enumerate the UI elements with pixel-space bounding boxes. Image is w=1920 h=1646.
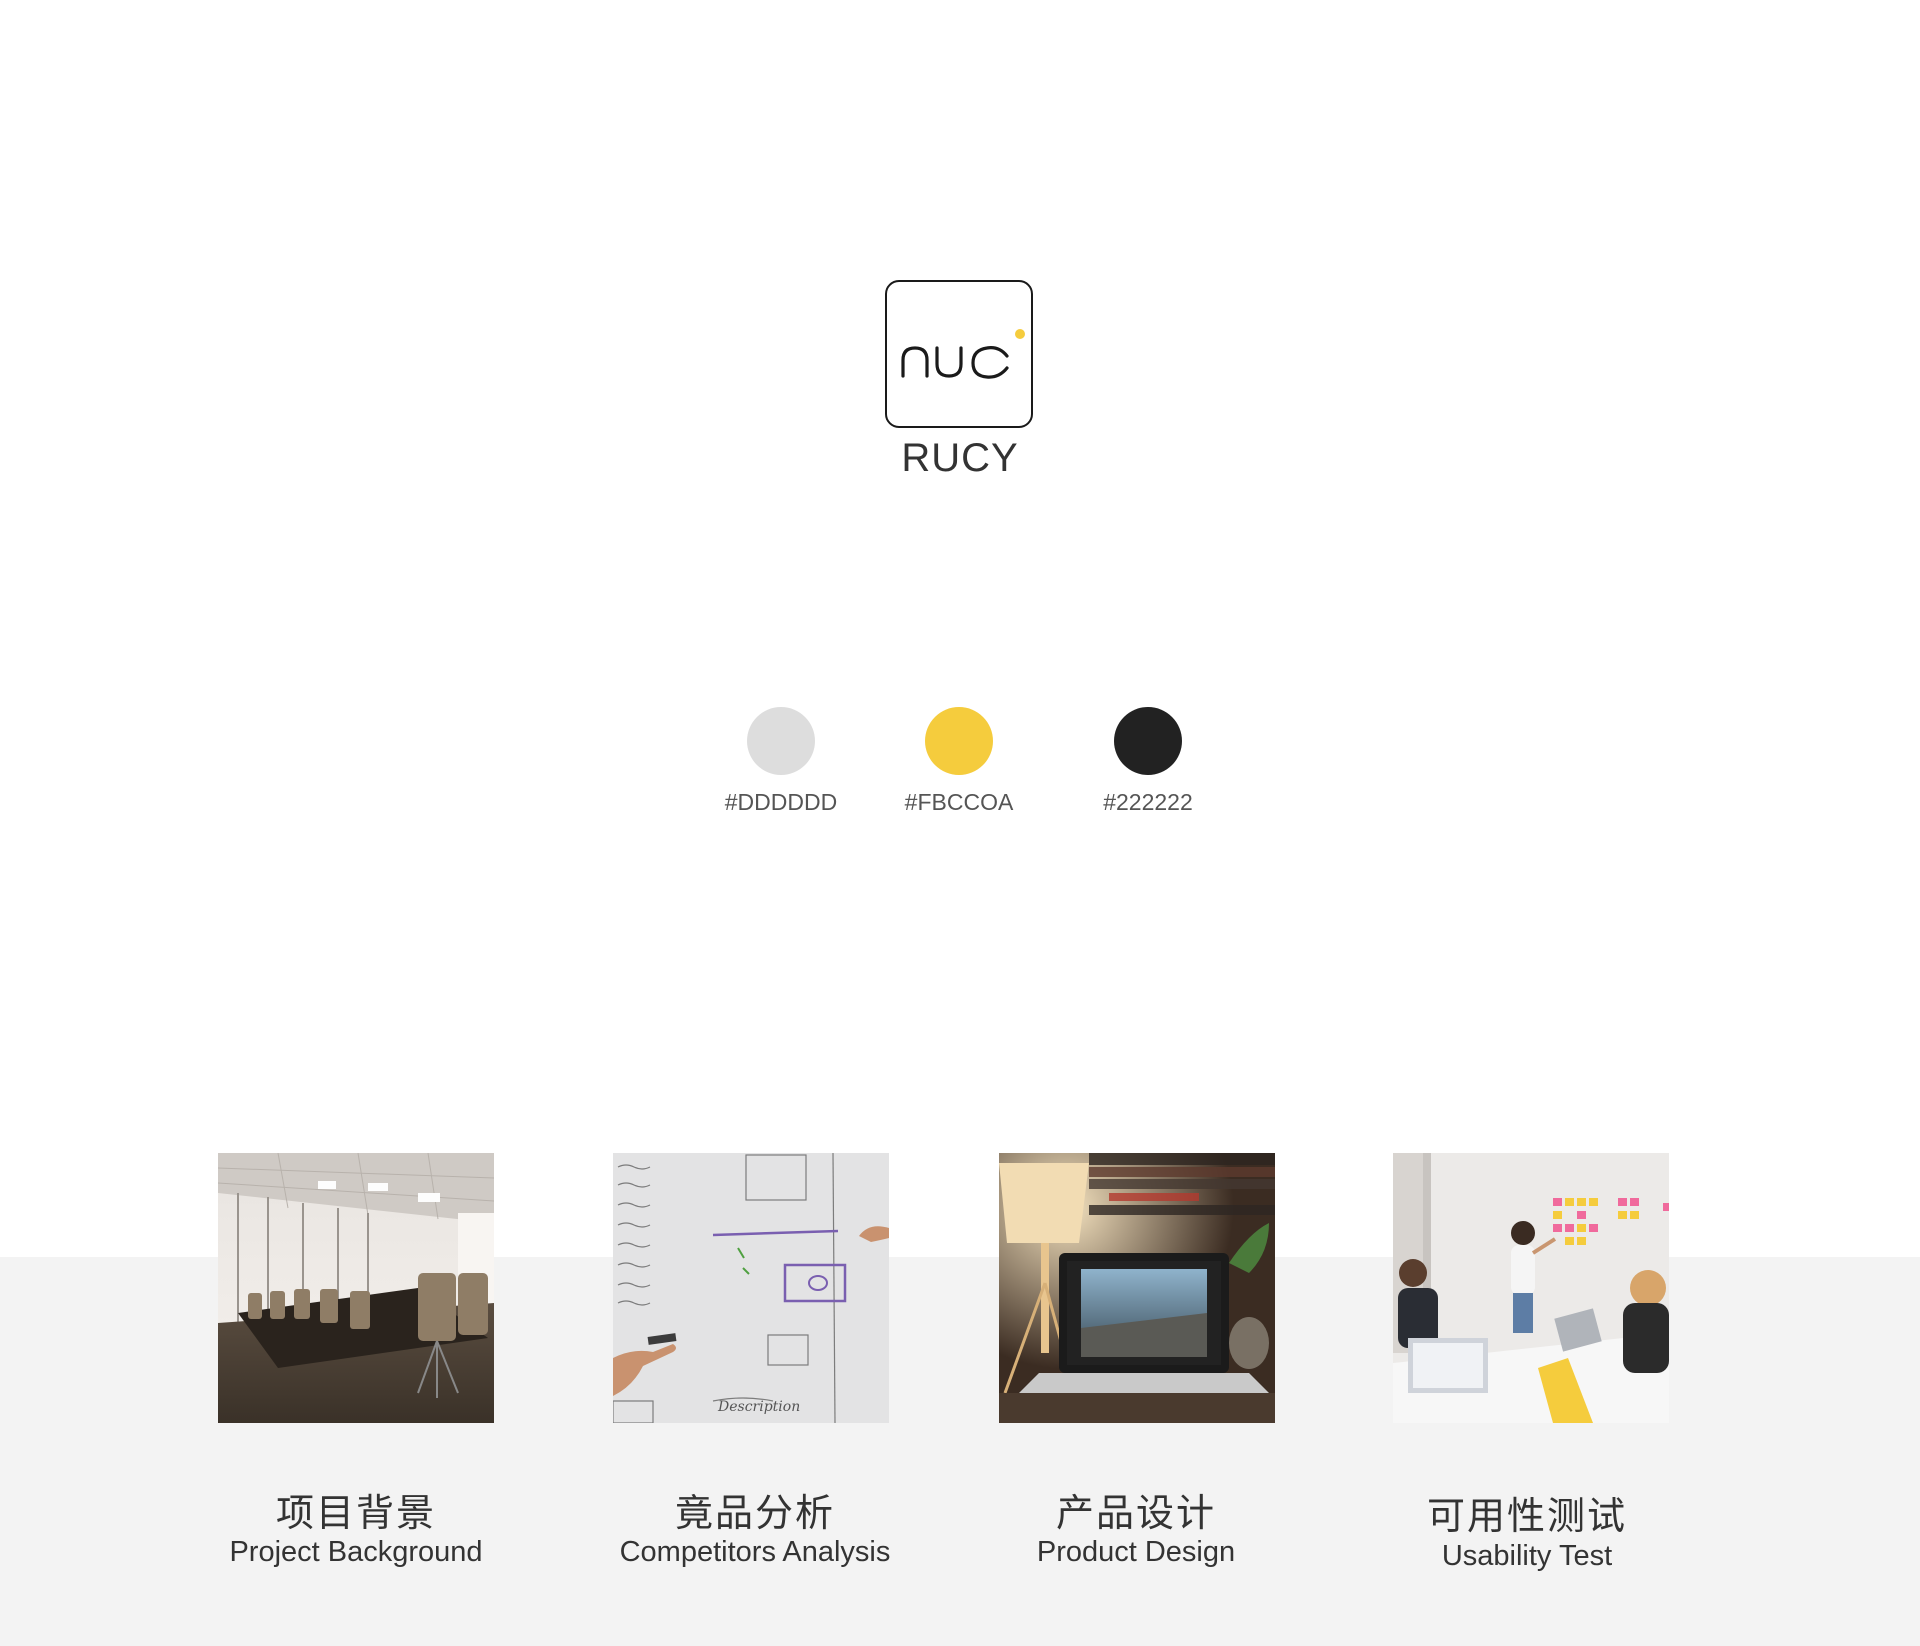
whiteboard-sketch-photo[interactable]: Description [613, 1153, 889, 1423]
section-title-en-competitors: Competitors Analysis [619, 1536, 891, 1568]
swatch-dark [1114, 707, 1182, 775]
section-title-en-design: Product Design [1036, 1536, 1236, 1568]
conference-room-photo[interactable] [218, 1153, 494, 1423]
svg-text:Description: Description [717, 1399, 800, 1415]
section-title-cn-background: 项目背景 [275, 1491, 436, 1535]
logo-mark-icon [901, 329, 1025, 379]
app-logo [885, 280, 1033, 428]
section-title-en-usability: Usability Test [1441, 1540, 1613, 1572]
brand-name: RUCY [901, 436, 1019, 480]
laptop-desk-photo[interactable] [999, 1153, 1275, 1423]
swatch-label-light-grey: #DDDDDD [724, 789, 838, 815]
swatch-label-yellow: #FBCCOA [904, 789, 1014, 815]
section-title-cn-competitors: 竟品分析 [674, 1491, 835, 1535]
swatch-light-grey [747, 707, 815, 775]
section-title-en-background: Project Background [229, 1536, 483, 1568]
swatch-label-dark: #222222 [1103, 789, 1193, 815]
section-title-cn-design: 产品设计 [1055, 1491, 1216, 1535]
swatch-yellow [925, 707, 993, 775]
section-title-cn-usability: 可用性测试 [1426, 1494, 1627, 1538]
team-meeting-photo[interactable] [1393, 1153, 1669, 1423]
